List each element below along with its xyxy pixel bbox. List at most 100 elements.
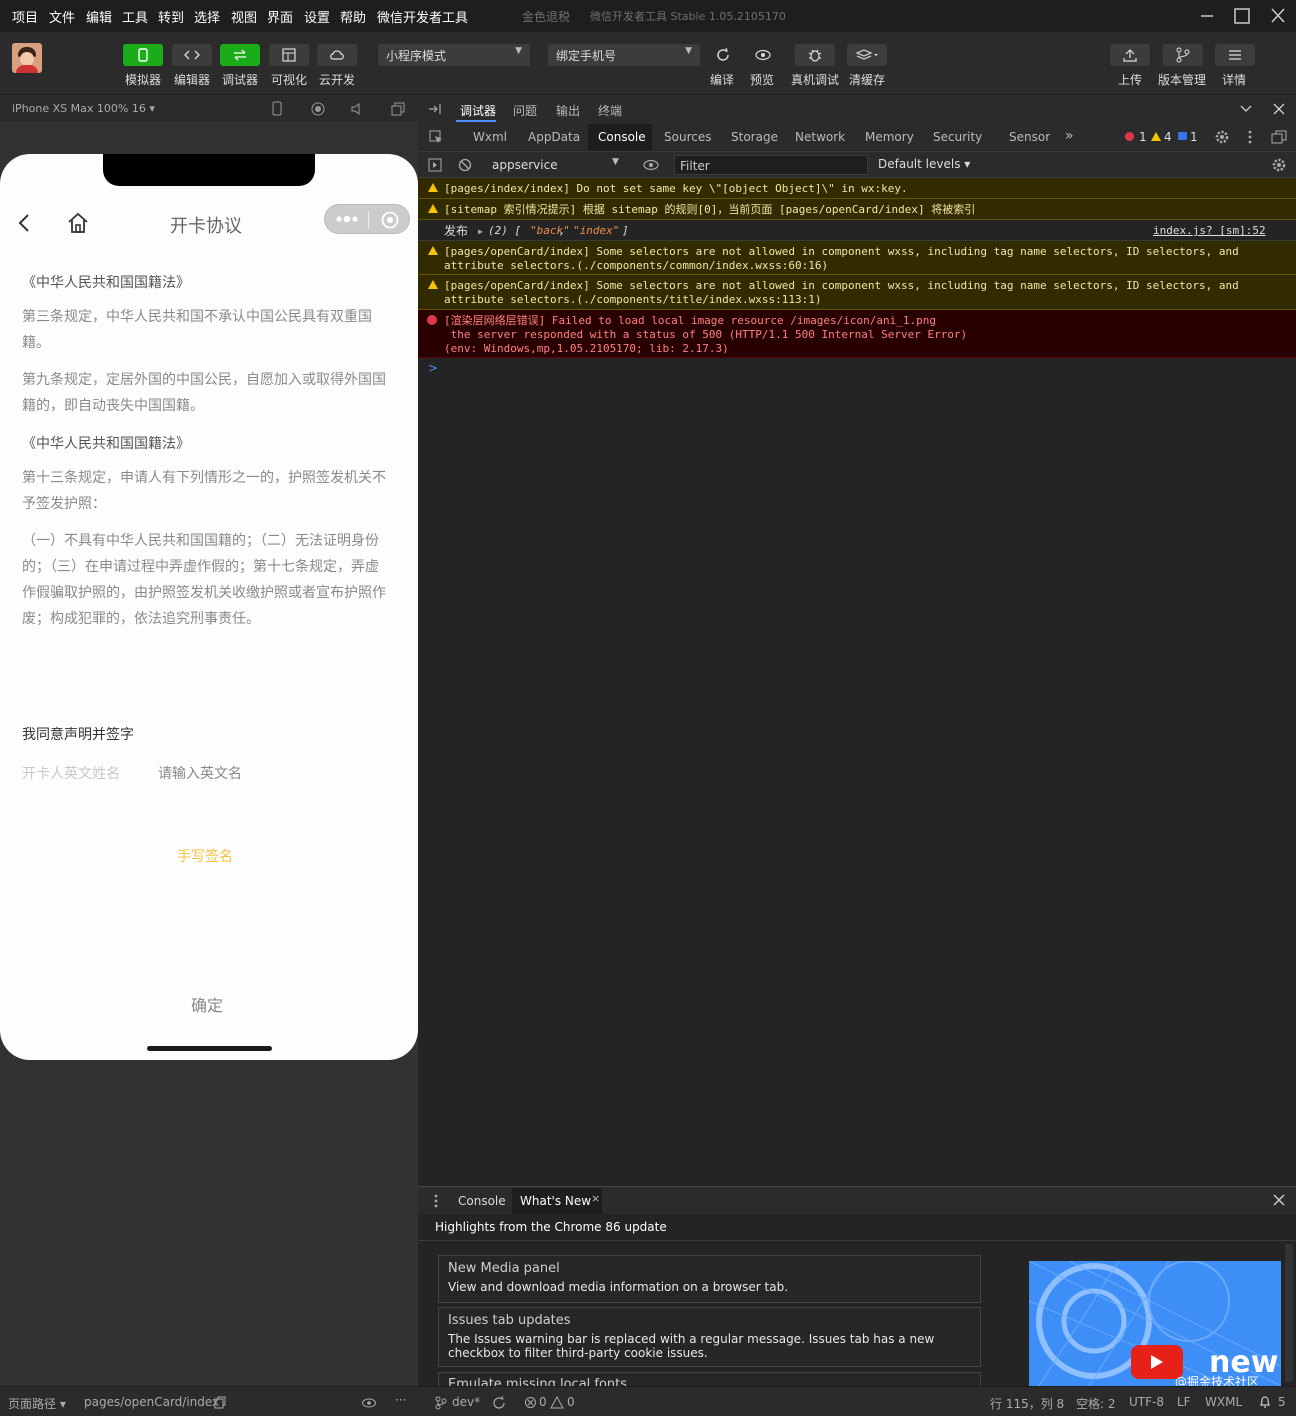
tab-console[interactable]: Console (598, 130, 646, 144)
info-count[interactable]: 1 (1190, 130, 1198, 144)
sidebar-toggle-icon[interactable] (428, 158, 442, 172)
console-settings-icon[interactable] (1271, 157, 1287, 173)
upload-button[interactable] (1110, 44, 1150, 66)
close-tab-icon[interactable]: × (591, 1192, 600, 1205)
line-ending[interactable]: LF (1177, 1395, 1191, 1409)
handwritten-sign-link[interactable]: 手写签名 (177, 846, 233, 866)
notification-count[interactable]: 5 (1278, 1395, 1286, 1409)
clear-console-icon[interactable] (458, 158, 472, 172)
inspect-icon[interactable] (429, 130, 443, 144)
more-icon[interactable] (335, 214, 359, 224)
git-branch[interactable]: dev* (452, 1395, 480, 1409)
problem-warning-count[interactable]: 0 (567, 1395, 575, 1409)
warning-count[interactable]: 4 (1164, 130, 1172, 144)
record-icon[interactable] (310, 101, 326, 117)
copy-icon[interactable] (214, 1396, 226, 1409)
real-device-debug-button[interactable] (795, 44, 835, 66)
phone-icon[interactable] (270, 101, 284, 117)
close-window-icon[interactable] (1267, 6, 1289, 26)
tab-sensor[interactable]: Sensor (1009, 130, 1050, 144)
log-array-open[interactable]: (2) [ (488, 224, 521, 238)
close-drawer-icon[interactable] (1273, 1194, 1285, 1206)
indentation[interactable]: 空格: 2 (1076, 1395, 1116, 1412)
editor-button[interactable] (172, 44, 212, 66)
debugger-button[interactable] (220, 44, 260, 66)
menu-select[interactable]: 选择 (194, 7, 220, 26)
device-select[interactable]: iPhone XS Max 100% 16 ▾ (12, 102, 155, 115)
tab-appdata[interactable]: AppData (528, 130, 580, 144)
home-icon[interactable] (66, 211, 90, 235)
eye-icon[interactable] (361, 1397, 377, 1409)
drawer-tab-console[interactable]: Console (458, 1194, 506, 1208)
console-prompt[interactable]: > (428, 361, 438, 375)
problem-error-count[interactable]: 0 (539, 1395, 547, 1409)
details-button[interactable] (1215, 44, 1255, 66)
cursor-position[interactable]: 行 115，列 8 (990, 1395, 1064, 1412)
kebab-menu-icon[interactable] (1248, 130, 1252, 144)
visual-button[interactable] (269, 44, 309, 66)
menu-view[interactable]: 视图 (231, 7, 257, 26)
tab-issues[interactable]: 问题 (513, 102, 537, 119)
minimize-icon[interactable] (1196, 6, 1218, 26)
menu-help[interactable]: 帮助 (340, 7, 366, 26)
tab-terminal[interactable]: 终端 (598, 102, 622, 119)
avatar[interactable] (12, 43, 42, 73)
capsule-close-icon[interactable] (380, 210, 400, 230)
undock-icon[interactable] (1271, 130, 1287, 144)
console-message-link[interactable]: attribute selectors.(./components/common… (444, 259, 828, 273)
sync-icon[interactable] (492, 1396, 506, 1410)
clear-cache-button[interactable] (847, 44, 887, 66)
version-control-button[interactable] (1163, 44, 1203, 66)
english-name-input[interactable]: 请输入英文名 (158, 763, 242, 783)
eye-icon[interactable] (642, 158, 660, 172)
feature-card[interactable]: New Media panel View and download media … (438, 1255, 981, 1303)
volume-icon[interactable] (350, 101, 366, 117)
menu-tools[interactable]: 工具 (122, 7, 148, 26)
menu-file[interactable]: 文件 (49, 7, 75, 26)
menu-project[interactable]: 项目 (12, 7, 38, 26)
feature-card[interactable]: Issues tab updates The Issues warning ba… (438, 1307, 981, 1367)
preview-button[interactable] (743, 44, 783, 66)
more-tabs-icon[interactable]: » (1065, 128, 1074, 144)
gear-icon[interactable] (1214, 129, 1230, 145)
language-mode[interactable]: WXML (1205, 1395, 1242, 1409)
tab-output[interactable]: 输出 (556, 102, 580, 119)
tab-storage[interactable]: Storage (731, 130, 778, 144)
confirm-button[interactable]: 确定 (191, 992, 223, 1016)
tab-sources[interactable]: Sources (664, 130, 711, 144)
tab-network[interactable]: Network (795, 130, 845, 144)
compile-button[interactable] (703, 44, 743, 66)
popout-icon[interactable] (390, 101, 406, 117)
context-select[interactable]: appservice ▼ (484, 155, 624, 175)
menu-edit[interactable]: 编辑 (86, 7, 112, 26)
chevron-down-icon[interactable] (1240, 104, 1252, 114)
expand-arrow-icon[interactable]: ▶ (478, 225, 483, 239)
menu-interface[interactable]: 界面 (267, 7, 293, 26)
page-path-label[interactable]: 页面路径 ▾ (8, 1395, 66, 1412)
tab-memory[interactable]: Memory (865, 130, 914, 144)
close-panel-icon[interactable] (1273, 103, 1285, 115)
dock-icon[interactable] (428, 102, 442, 116)
back-icon[interactable] (14, 212, 34, 234)
mode-select[interactable]: 小程序模式 ▼ (378, 44, 530, 66)
menu-goto[interactable]: 转到 (158, 7, 184, 26)
drawer-tab-whats-new[interactable]: What's New (520, 1194, 591, 1208)
more-icon[interactable]: ··· (395, 1393, 406, 1407)
feature-card[interactable]: Emulate missing local fonts (438, 1372, 981, 1386)
console-message-link[interactable]: attribute selectors.(./components/title/… (444, 293, 822, 307)
encoding[interactable]: UTF-8 (1129, 1395, 1164, 1409)
bell-icon[interactable] (1259, 1395, 1271, 1409)
menu-wechat-devtools[interactable]: 微信开发者工具 (377, 7, 468, 26)
simulator-button[interactable] (123, 44, 163, 66)
log-levels-select[interactable]: Default levels ▾ (878, 157, 970, 171)
drawer-menu-icon[interactable] (434, 1194, 438, 1208)
filter-input[interactable]: Filter (674, 155, 868, 175)
video-thumbnail[interactable]: new @掘金技术社区 (1029, 1261, 1281, 1386)
scrollbar[interactable] (1285, 1244, 1293, 1382)
cloud-dev-button[interactable] (317, 44, 357, 66)
menu-settings[interactable]: 设置 (304, 7, 330, 26)
tab-debugger[interactable]: 调试器 (460, 102, 496, 119)
tab-wxml[interactable]: Wxml (473, 130, 507, 144)
error-count[interactable]: 1 (1139, 130, 1147, 144)
compile-mode-select[interactable]: 绑定手机号 ▼ (548, 44, 700, 66)
